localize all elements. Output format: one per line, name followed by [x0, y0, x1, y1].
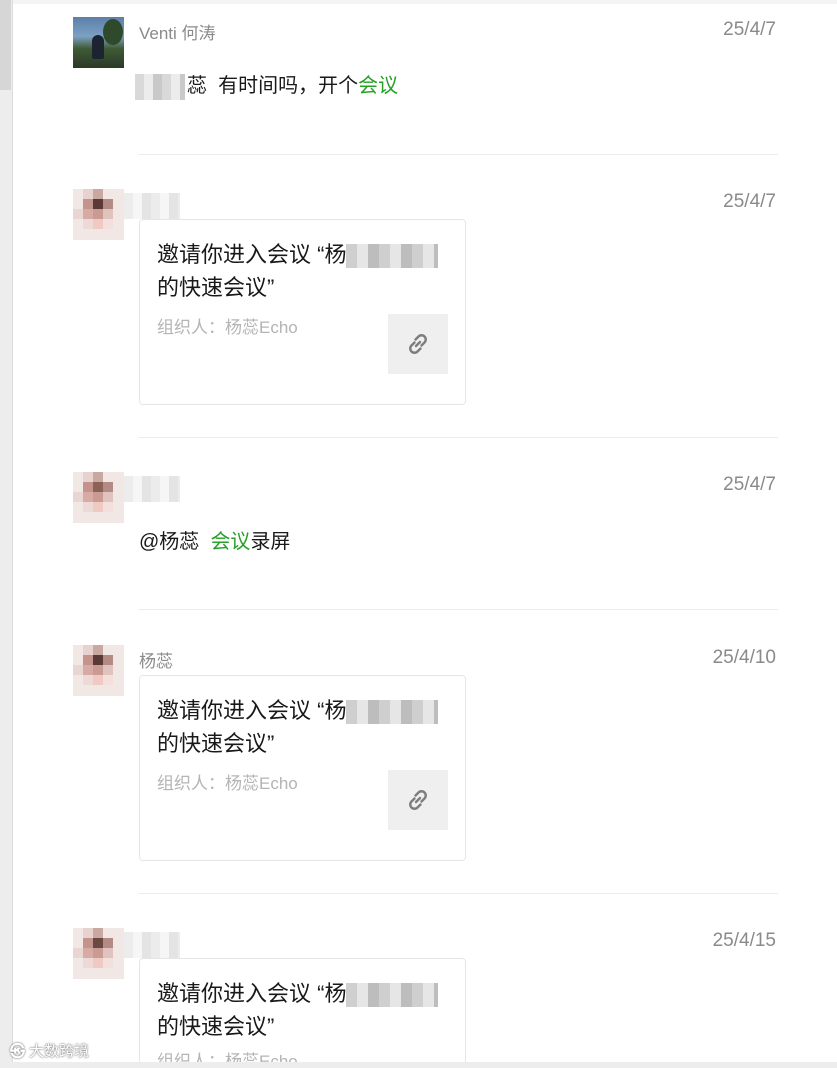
meeting-invite-card[interactable]: 邀请你进入会议 “杨 的快速会议” 组织人：杨蕊Echo	[139, 675, 466, 861]
link-icon[interactable]	[388, 314, 448, 374]
avatar[interactable]	[73, 189, 124, 240]
sender-name-redacted	[124, 476, 180, 502]
sender-name: 杨蕊	[139, 652, 173, 671]
card-title: 邀请你进入会议 “杨 的快速会议”	[157, 694, 457, 760]
message-time: 25/4/15	[712, 930, 776, 951]
redacted-meeting-name	[346, 700, 439, 725]
redacted-meeting-name	[346, 244, 439, 269]
card-title-line2: 的快速会议”	[157, 1014, 275, 1039]
avatar-figure	[92, 35, 104, 59]
watermark-text: 大数跨境	[29, 1043, 90, 1060]
bottom-edge	[0, 1062, 837, 1068]
message-divider	[139, 609, 778, 610]
message-text[interactable]: @杨蕊 会议录屏	[139, 525, 290, 554]
left-scroll-strip[interactable]	[0, 0, 13, 1068]
card-organizer: 组织人：杨蕊Echo	[157, 318, 298, 337]
message-divider	[139, 437, 778, 438]
meeting-invite-card[interactable]: 邀请你进入会议 “杨 的快速会议” 组织人：杨蕊Echo	[139, 219, 466, 405]
mention[interactable]: @杨蕊	[139, 531, 199, 553]
message-body: 有时间吗，开个	[218, 75, 359, 97]
card-organizer: 组织人：杨蕊Echo	[157, 1052, 298, 1063]
avatar[interactable]	[73, 928, 124, 979]
redacted-meeting-name	[346, 983, 439, 1008]
meeting-invite-card[interactable]: 邀请你进入会议 “杨 的快速会议” 组织人：杨蕊Echo	[139, 958, 466, 1063]
sender-name-redacted	[124, 932, 180, 958]
card-title: 邀请你进入会议 “杨 的快速会议”	[157, 238, 457, 304]
link-icon[interactable]	[388, 770, 448, 830]
card-title: 邀请你进入会议 “杨 的快速会议”	[157, 977, 457, 1043]
redacted-name	[135, 73, 185, 100]
meeting-keyword-link[interactable]: 会议	[358, 75, 398, 97]
card-title-line1: 邀请你进入会议 “杨	[157, 242, 347, 267]
message-divider	[139, 154, 778, 155]
watermark: ㉿大数跨境	[10, 1040, 89, 1061]
avatar[interactable]	[73, 472, 124, 523]
message-time: 25/4/7	[723, 474, 776, 495]
avatar[interactable]	[73, 645, 124, 696]
mention-tail: 蕊	[187, 75, 207, 97]
message-text[interactable]: 蕊 有时间吗，开个会议	[135, 69, 398, 100]
message-time: 25/4/7	[723, 191, 776, 212]
card-organizer: 组织人：杨蕊Echo	[157, 774, 298, 793]
sender-name-redacted	[124, 193, 180, 219]
message-time: 25/4/7	[723, 19, 776, 40]
message-time: 25/4/10	[712, 647, 776, 668]
message-body: 录屏	[250, 531, 291, 553]
meeting-keyword-link[interactable]: 会议	[210, 531, 250, 553]
top-edge	[13, 0, 837, 4]
card-title-line2: 的快速会议”	[157, 731, 275, 756]
card-title-line1: 邀请你进入会议 “杨	[157, 698, 347, 723]
sender-name: Venti 何涛	[139, 24, 216, 43]
card-title-line2: 的快速会议”	[157, 275, 275, 300]
avatar-tree	[103, 19, 123, 45]
avatar[interactable]	[73, 17, 124, 68]
watermark-logo-icon: ㉿	[10, 1043, 26, 1060]
card-title-line1: 邀请你进入会议 “杨	[157, 981, 347, 1006]
left-scrollbar-thumb[interactable]	[0, 0, 11, 90]
message-divider	[139, 893, 778, 894]
left-strip-edge	[12, 0, 13, 1068]
